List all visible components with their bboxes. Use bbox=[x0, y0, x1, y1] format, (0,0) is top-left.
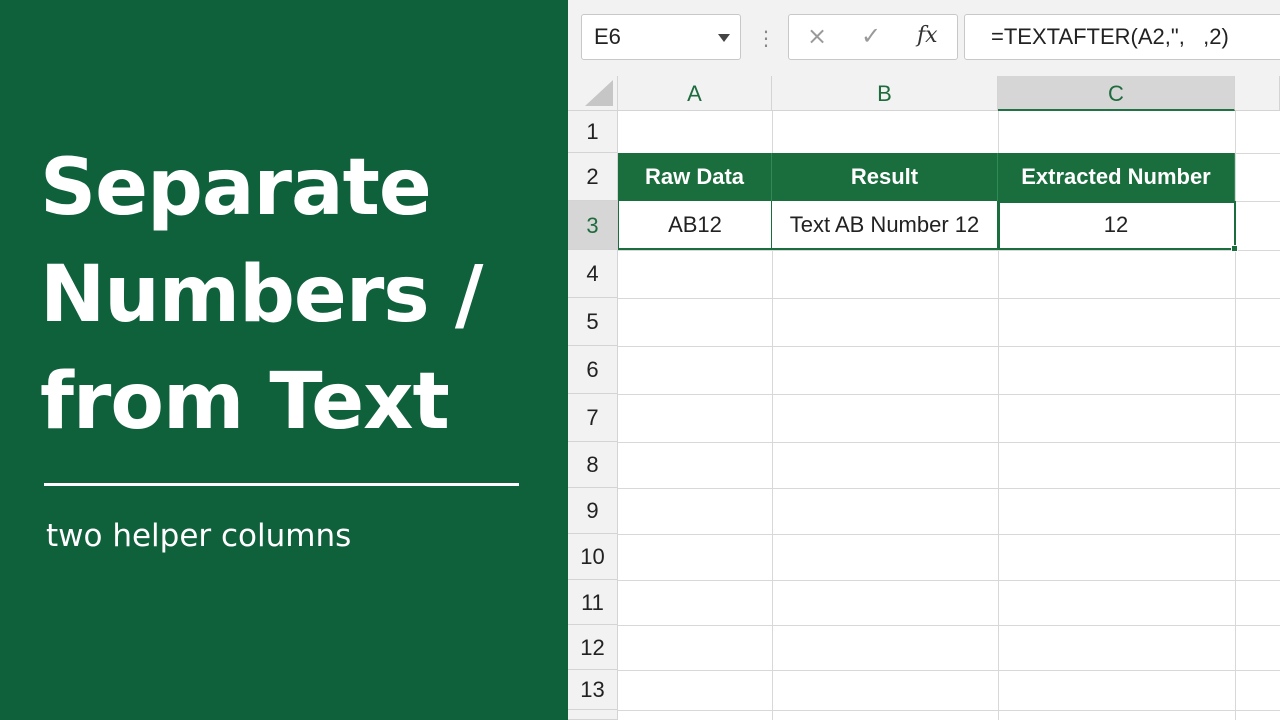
formula-input[interactable]: =TEXTAFTER(A2,", ,2) bbox=[964, 14, 1280, 60]
title-line-2: Numbers / bbox=[40, 250, 483, 340]
gridline bbox=[618, 250, 1280, 251]
select-all-button[interactable] bbox=[568, 76, 618, 111]
insert-function-icon[interactable]: fx bbox=[917, 23, 938, 48]
cancel-icon[interactable]: × bbox=[807, 22, 827, 50]
row-header-6[interactable]: 6 bbox=[568, 346, 618, 394]
column-header-c[interactable]: C bbox=[998, 76, 1235, 111]
row-header-14[interactable] bbox=[568, 710, 618, 720]
fill-handle[interactable] bbox=[1231, 245, 1238, 252]
name-box-value: E6 bbox=[594, 24, 621, 49]
row-header-10[interactable]: 10 bbox=[568, 534, 618, 580]
row-header-12[interactable]: 12 bbox=[568, 625, 618, 670]
data-cell-raw-data[interactable]: AB12 bbox=[618, 201, 772, 250]
gridline bbox=[618, 670, 1280, 671]
title-panel: Separate Numbers / from Text two helper … bbox=[0, 0, 568, 720]
title-line-3: from Text bbox=[40, 357, 450, 447]
row-header-2[interactable]: 2 bbox=[568, 153, 618, 201]
row-header-13[interactable]: 13 bbox=[568, 670, 618, 710]
gridline bbox=[618, 580, 1280, 581]
row-header-7[interactable]: 7 bbox=[568, 394, 618, 442]
title-line-1: Separate bbox=[40, 143, 432, 233]
gridline bbox=[618, 534, 1280, 535]
select-all-icon bbox=[585, 80, 613, 106]
subtitle: two helper columns bbox=[46, 518, 352, 554]
row-header-4[interactable]: 4 bbox=[568, 250, 618, 298]
row-header-11[interactable]: 11 bbox=[568, 580, 618, 625]
header-cell-extracted-number[interactable]: Extracted Number bbox=[998, 153, 1235, 201]
data-cell-result[interactable]: Text AB Number 12 bbox=[772, 201, 998, 250]
column-header-b[interactable]: B bbox=[772, 76, 998, 111]
gridline bbox=[618, 488, 1280, 489]
title-divider bbox=[44, 483, 519, 486]
row-header-9[interactable]: 9 bbox=[568, 488, 618, 534]
selected-cell-border bbox=[998, 201, 1236, 250]
confirm-icon[interactable]: ✓ bbox=[861, 22, 881, 50]
column-header-d[interactable] bbox=[1235, 76, 1280, 111]
formula-buttons: × ✓ fx bbox=[788, 14, 958, 60]
row-header-3[interactable]: 3 bbox=[568, 201, 618, 250]
gridline bbox=[618, 710, 1280, 711]
page-title: Separate Numbers / from Text bbox=[40, 135, 540, 456]
chevron-down-icon[interactable] bbox=[718, 34, 730, 42]
gridline bbox=[618, 298, 1280, 299]
spreadsheet: E6 ⋮ × ✓ fx =TEXTAFTER(A2,", ,2) A B C 1… bbox=[568, 0, 1280, 720]
row-header-5[interactable]: 5 bbox=[568, 298, 618, 346]
name-box[interactable]: E6 bbox=[581, 14, 741, 60]
more-options-icon[interactable]: ⋮ bbox=[756, 24, 776, 52]
header-cell-raw-data[interactable]: Raw Data bbox=[618, 153, 772, 201]
formula-bar: E6 ⋮ × ✓ fx =TEXTAFTER(A2,", ,2) bbox=[568, 0, 1280, 76]
column-header-a[interactable]: A bbox=[618, 76, 772, 111]
row-header-1[interactable]: 1 bbox=[568, 111, 618, 153]
gridline bbox=[618, 442, 1280, 443]
gridline bbox=[618, 346, 1280, 347]
header-cell-result[interactable]: Result bbox=[772, 153, 998, 201]
gridline bbox=[618, 394, 1280, 395]
row-header-8[interactable]: 8 bbox=[568, 442, 618, 488]
gridline bbox=[618, 625, 1280, 626]
